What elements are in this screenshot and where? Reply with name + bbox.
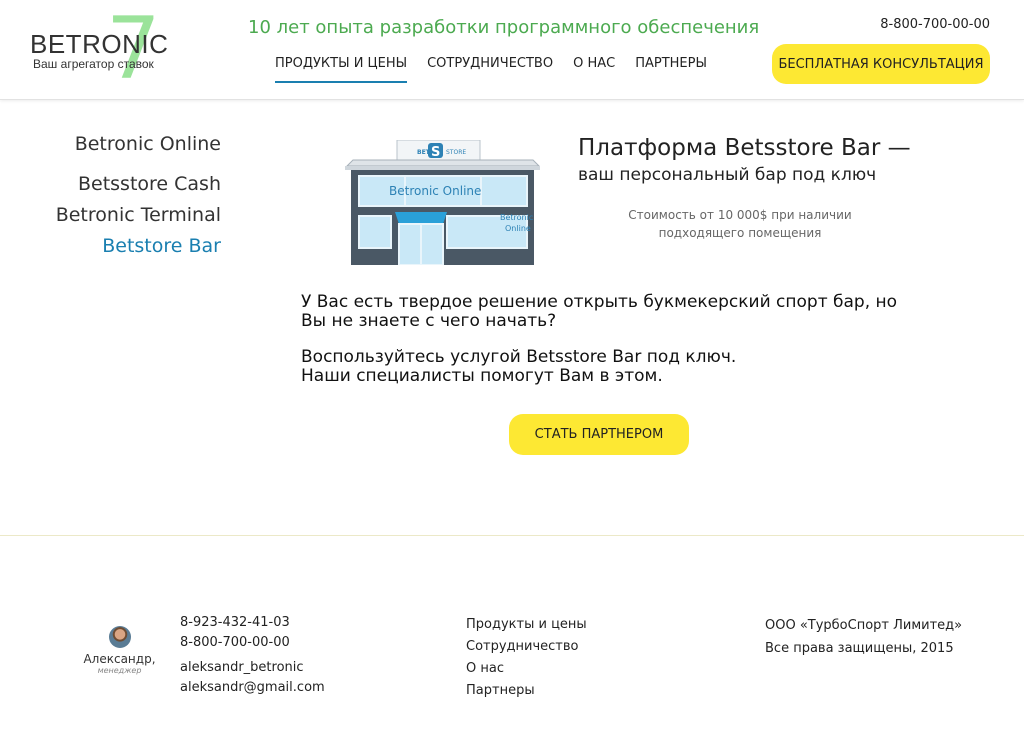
- manager-phone-2[interactable]: 8-800-700-00-00: [180, 633, 325, 653]
- shop-window-text: Betronic Online: [389, 184, 481, 198]
- manager-skype[interactable]: aleksandr_betronic: [180, 658, 325, 678]
- description-paragraph-2: Воспользуйтесь услугой Betsstore Bar под…: [301, 348, 921, 386]
- nav-products[interactable]: ПРОДУКТЫ И ЦЕНЫ: [275, 56, 408, 83]
- free-consultation-button[interactable]: БЕСПЛАТНАЯ КОНСУЛЬТАЦИЯ: [772, 44, 990, 84]
- sidebar-item-betronic-terminal[interactable]: Betronic Terminal: [56, 206, 221, 225]
- shop-illustration: BETS S STORE Betronic Online Betronic On…: [345, 140, 540, 265]
- page-subtitle: ваш персональный бар под ключ: [578, 165, 877, 185]
- footer-link-products[interactable]: Продукты и цены: [466, 614, 587, 636]
- logo-tagline: Ваш агрегатор ставок: [33, 57, 154, 71]
- description: У Вас есть твердое решение открыть букме…: [301, 293, 921, 386]
- site-header: 7 BETRONIC Ваш агрегатор ставок 10 лет о…: [0, 0, 1024, 100]
- manager-email[interactable]: aleksandr@gmail.com: [180, 678, 325, 698]
- footer-link-partners[interactable]: Партнеры: [466, 680, 587, 702]
- become-partner-button[interactable]: СТАТЬ ПАРТНЕРОМ: [509, 414, 689, 455]
- footer-link-about[interactable]: О нас: [466, 658, 587, 680]
- main-nav: ПРОДУКТЫ И ЦЕНЫ СОТРУДНИЧЕСТВО О НАС ПАР…: [275, 56, 727, 83]
- manager-card: Александр, менеджер: [82, 626, 157, 675]
- avatar: [108, 626, 131, 648]
- sidebar-item-betstore-bar[interactable]: Betstore Bar: [56, 237, 221, 256]
- description-paragraph-1: У Вас есть твердое решение открыть букме…: [301, 292, 898, 331]
- footer-link-cooperation[interactable]: Сотрудничество: [466, 636, 587, 658]
- footer-links: Продукты и цены Сотрудничество О нас Пар…: [466, 614, 587, 702]
- description-line-2: Наши специалисты помогут Вам в этом.: [301, 366, 663, 386]
- page-title: Платформа Betsstore Bar —: [578, 135, 911, 161]
- nav-about[interactable]: О НАС: [573, 56, 615, 83]
- manager-name: Александр,: [83, 652, 156, 666]
- nav-cooperation[interactable]: СОТРУДНИЧЕСТВО: [427, 56, 553, 83]
- shop-roof: [345, 159, 540, 167]
- shop-side-text-1: Betronic: [500, 213, 533, 222]
- description-line-1: Воспользуйтесь услугой Betsstore Bar под…: [301, 347, 737, 367]
- copyright: Все права защищены, 2015: [765, 641, 954, 656]
- header-phone[interactable]: 8-800-700-00-00: [880, 17, 990, 32]
- footer-contacts: 8-923-432-41-03 8-800-700-00-00 aleksand…: [180, 613, 325, 698]
- sidebar-item-betronic-online[interactable]: Betronic Online: [56, 135, 221, 154]
- logo[interactable]: 7 BETRONIC Ваш агрегатор ставок: [30, 6, 168, 92]
- shop-awning: [395, 212, 447, 224]
- site-footer: Александр, менеджер 8-923-432-41-03 8-80…: [0, 535, 1024, 751]
- manager-role: менеджер: [97, 666, 142, 675]
- shop-sign-letter: S: [431, 145, 440, 160]
- nav-partners[interactable]: ПАРТНЕРЫ: [635, 56, 707, 83]
- product-menu: Betronic Online Betsstore Cash Betronic …: [56, 135, 221, 268]
- shop-sign-right: STORE: [446, 149, 466, 156]
- company-name: ООО «ТурбоСпорт Лимитед»: [765, 618, 963, 633]
- price-note: Стоимость от 10 000$ при наличии подходя…: [628, 208, 852, 240]
- header-tagline: 10 лет опыта разработки программного обе…: [248, 17, 760, 38]
- shop-window-left: [358, 215, 392, 249]
- footer-legal: ООО «ТурбоСпорт Лимитед» Все права защищ…: [765, 614, 962, 660]
- logo-text: BETRONIC: [30, 29, 169, 59]
- manager-phone-1[interactable]: 8-923-432-41-03: [180, 613, 325, 633]
- sidebar-item-betsstore-cash[interactable]: Betsstore Cash: [56, 175, 221, 194]
- shop-side-text-2: Online: [505, 224, 531, 233]
